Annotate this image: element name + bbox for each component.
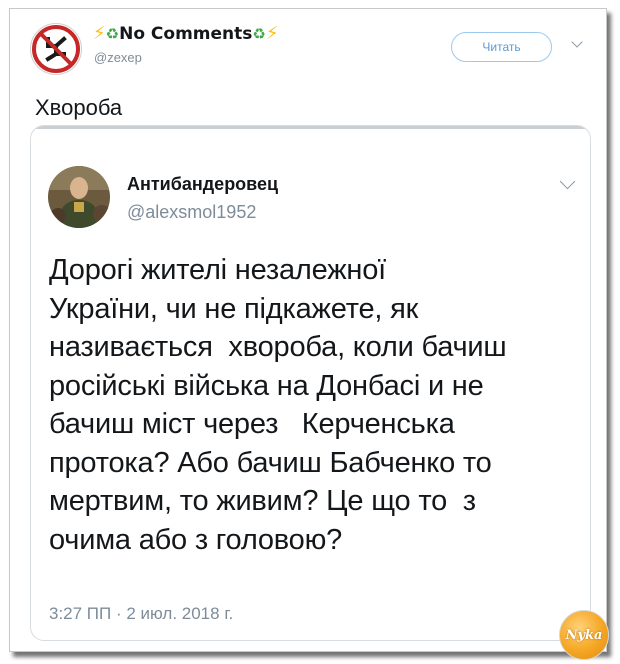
recycle-icon: ♻ [252,24,266,43]
quoted-tweet[interactable]: Антибандеровец @alexsmol1952 Дорогі жите… [30,125,591,641]
watermark-text: Nyka [565,627,603,643]
account-avatar[interactable] [30,23,82,75]
quoted-avatar[interactable] [48,166,110,228]
quoted-text-line: мертвим, то живим? Це що то з [49,485,476,517]
tweet-text: Хвороба [35,95,123,120]
quoted-text-line: Дорогі жителі незалежної [49,254,387,286]
recycle-icon: ♻ [105,24,120,43]
quoted-text-line: протока? Або бачиш Бабченко то [49,446,492,479]
quoted-text-line: російські війська на Донбасі и не [49,369,484,402]
quoted-display-name[interactable]: Антибандеровец [127,174,278,195]
chevron-down-icon[interactable] [571,36,583,48]
quote-divider [31,126,590,133]
account-display-name[interactable]: ⚡ ♻ No Comments ♻ ⚡ [93,23,278,44]
tweet-card: ⚡ ♻ No Comments ♻ ⚡ @zexep Читать Хвороб… [9,8,609,660]
watermark-logo: Nyka [559,610,609,660]
quoted-text-line: називається хвороба, коли бачиш [49,331,507,363]
display-name-text: No Comments [119,23,253,44]
quoted-text-line: очима або з головою? [49,523,343,556]
no-nazi-sign-icon [32,25,80,73]
quoted-text-line: бачиш міст через Керченська [49,408,455,440]
quoted-handle[interactable]: @alexsmol1952 [127,202,256,223]
lightning-icon: ⚡ [265,23,279,44]
chevron-down-icon[interactable] [559,173,576,190]
follow-button[interactable]: Читать [451,32,552,62]
quoted-text-line: України, чи не підкажете, як [49,292,419,325]
lightning-icon: ⚡ [93,23,106,44]
account-handle[interactable]: @zexep [94,50,142,65]
user-photo-avatar [48,166,110,228]
tweet-timestamp[interactable]: 3:27 ПП · 2 июл. 2018 г. [49,604,233,624]
quoted-tweet-text: Дорогі жителі незалежної України, чи не … [49,251,579,559]
